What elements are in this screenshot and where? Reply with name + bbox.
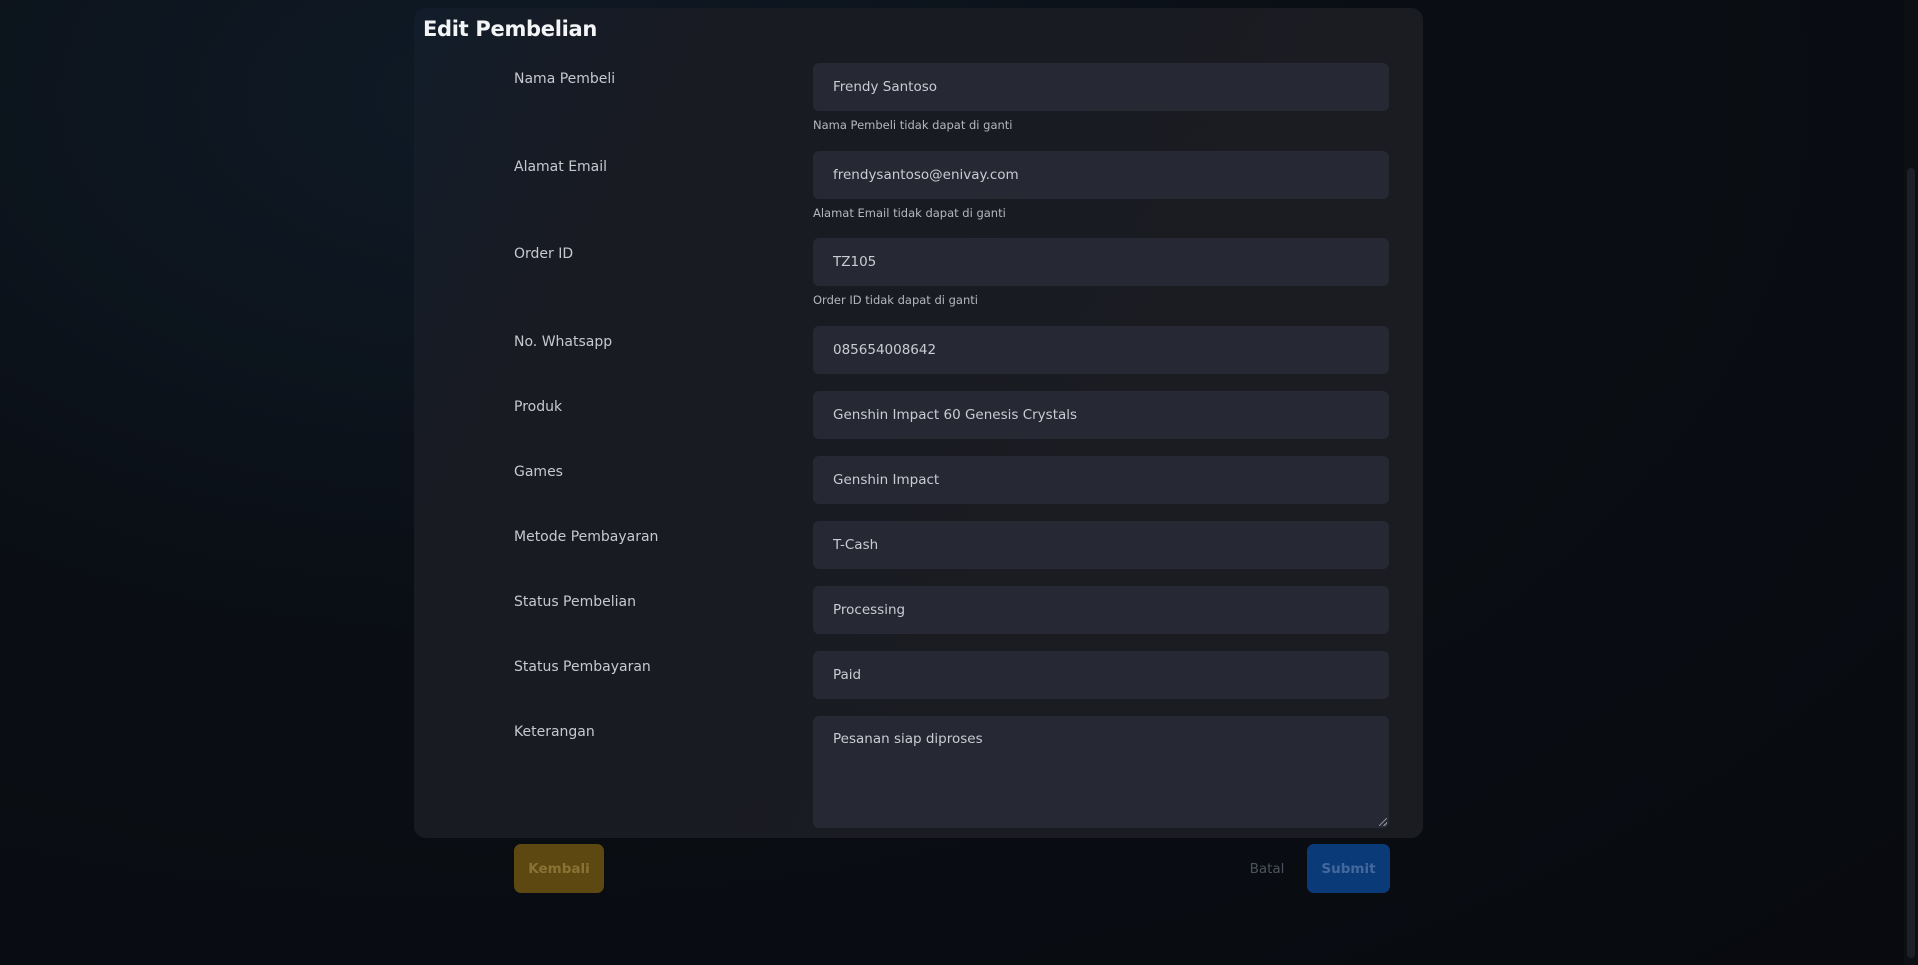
cancel-button[interactable]: Batal (1242, 844, 1292, 893)
scrollbar-thumb[interactable] (1907, 168, 1915, 958)
buyer-name-field[interactable]: Frendy Santoso (813, 63, 1389, 111)
submit-button[interactable]: Submit (1307, 844, 1390, 893)
edit-purchase-form: Edit Pembelian Nama Pembeli Frendy Santo… (414, 8, 1423, 838)
payment-method-field[interactable]: T-Cash (813, 521, 1389, 569)
email-help: Alamat Email tidak dapat di ganti (813, 206, 1006, 220)
whatsapp-field[interactable]: 085654008642 (813, 326, 1389, 374)
page-scrollbar[interactable] (1904, 0, 1918, 965)
email-field[interactable]: frendysantoso@enivay.com (813, 151, 1389, 199)
email-label: Alamat Email (514, 159, 608, 175)
notes-textarea[interactable]: Pesanan siap diproses (813, 716, 1389, 828)
order-id-label: Order ID (514, 246, 574, 262)
buyer-name-help: Nama Pembeli tidak dapat di ganti (813, 118, 1013, 132)
purchase-status-field[interactable]: Processing (813, 586, 1389, 634)
notes-text: Pesanan siap diproses (833, 731, 983, 747)
notes-label: Keterangan (514, 724, 595, 740)
resize-handle-icon[interactable] (1379, 818, 1387, 826)
whatsapp-label: No. Whatsapp (514, 334, 613, 350)
games-field[interactable]: Genshin Impact (813, 456, 1389, 504)
payment-method-label: Metode Pembayaran (514, 529, 659, 545)
product-field[interactable]: Genshin Impact 60 Genesis Crystals (813, 391, 1389, 439)
purchase-status-label: Status Pembelian (514, 594, 636, 610)
order-id-help: Order ID tidak dapat di ganti (813, 293, 978, 307)
buyer-name-label: Nama Pembeli (514, 71, 616, 87)
back-button[interactable]: Kembali (514, 844, 604, 893)
payment-status-label: Status Pembayaran (514, 659, 651, 675)
payment-status-field[interactable]: Paid (813, 651, 1389, 699)
games-label: Games (514, 464, 563, 480)
order-id-field[interactable]: TZ105 (813, 238, 1389, 286)
product-label: Produk (514, 399, 563, 415)
page-title: Edit Pembelian (423, 17, 598, 41)
